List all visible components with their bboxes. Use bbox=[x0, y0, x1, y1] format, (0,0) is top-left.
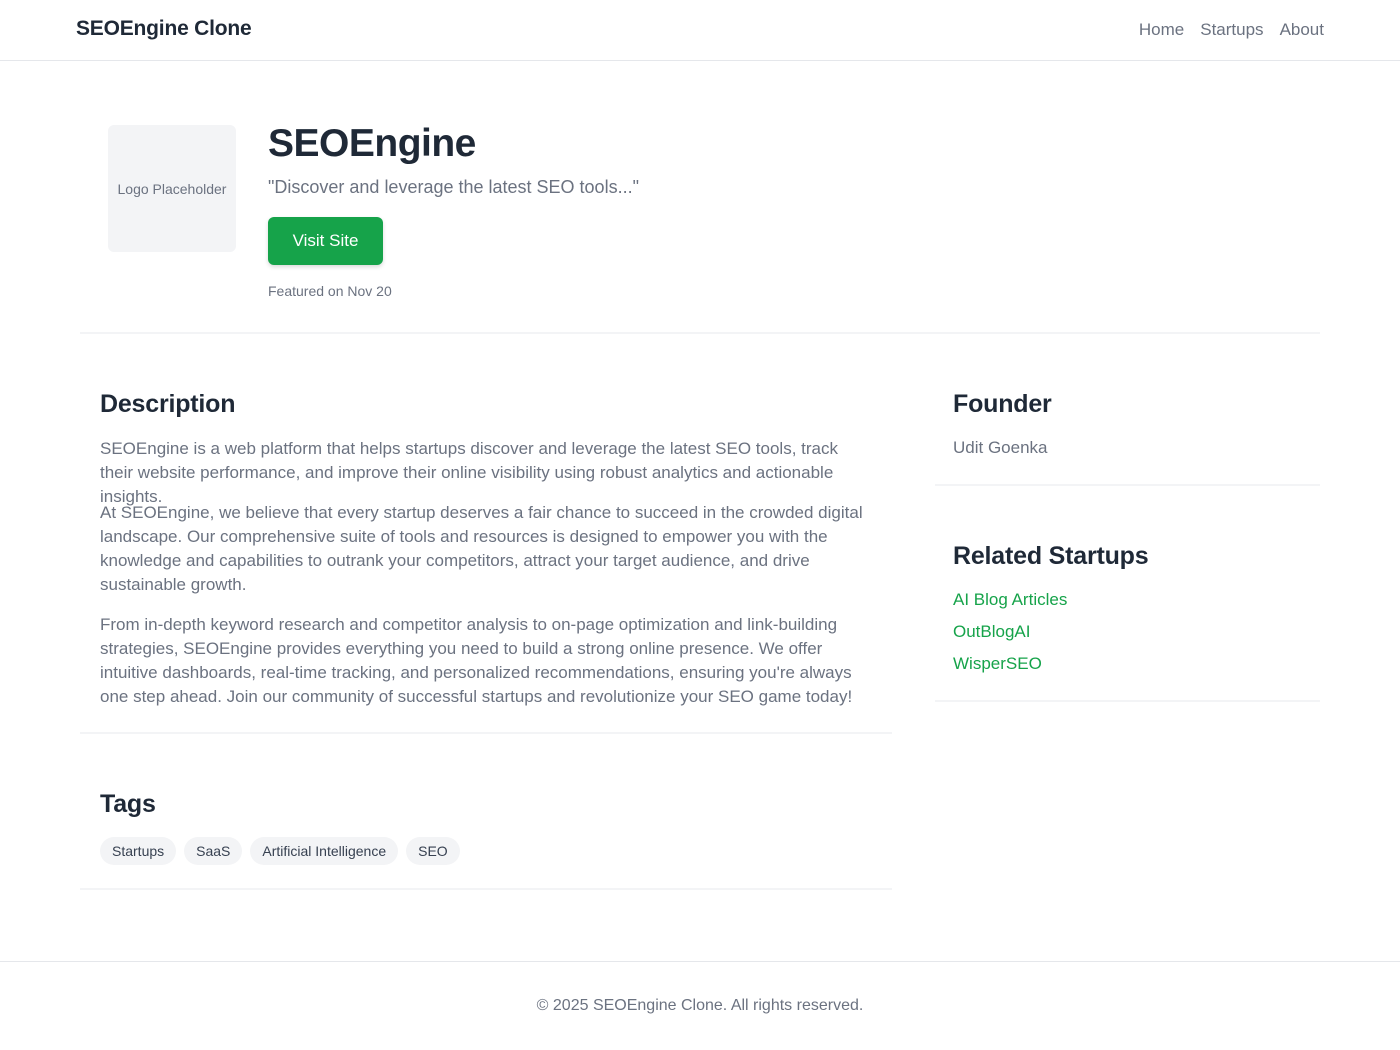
related-startup-link-outblogai[interactable]: OutBlogAI bbox=[953, 622, 1031, 642]
description-divider bbox=[80, 732, 892, 734]
startup-title: SEOEngine bbox=[268, 122, 476, 165]
nav-home-link[interactable]: Home bbox=[1139, 20, 1184, 40]
related-divider bbox=[935, 700, 1320, 702]
founder-name: Udit Goenka bbox=[953, 438, 1048, 457]
tags-heading: Tags bbox=[100, 790, 156, 818]
startup-logo-placeholder: Logo Placeholder bbox=[108, 125, 236, 252]
description-paragraph-3: From in-depth keyword research and compe… bbox=[100, 615, 853, 706]
main-nav: Home Startups About bbox=[1139, 20, 1324, 40]
hero-divider bbox=[80, 332, 1320, 334]
top-navbar: SEOEngine Clone Home Startups About bbox=[0, 0, 1400, 61]
description-heading: Description bbox=[100, 390, 236, 418]
nav-about-link[interactable]: About bbox=[1280, 20, 1324, 40]
featured-date: Featured on Nov 20 bbox=[268, 283, 392, 299]
brand-logo-link[interactable]: SEOEngine Clone bbox=[76, 17, 252, 41]
page-footer: © 2025 SEOEngine Clone. All rights reser… bbox=[0, 961, 1400, 1050]
visit-site-button[interactable]: Visit Site bbox=[268, 217, 383, 265]
footer-copyright: © 2025 SEOEngine Clone. All rights reser… bbox=[536, 997, 864, 1014]
tag-saas[interactable]: SaaS bbox=[184, 837, 243, 865]
related-startups-heading: Related Startups bbox=[953, 542, 1149, 570]
founder-heading: Founder bbox=[953, 390, 1052, 418]
startup-tagline: "Discover and leverage the latest SEO to… bbox=[268, 177, 639, 197]
tags-divider bbox=[80, 888, 892, 890]
tag-seo[interactable]: SEO bbox=[406, 837, 460, 865]
tag-startups[interactable]: Startups bbox=[100, 837, 177, 865]
nav-startups-link[interactable]: Startups bbox=[1200, 20, 1263, 40]
tags-list: Startups SaaS Artificial Intelligence SE… bbox=[100, 837, 460, 865]
description-paragraph-2: At SEOEngine, we believe that every star… bbox=[100, 503, 863, 594]
founder-divider bbox=[935, 484, 1320, 486]
description-paragraph-1: SEOEngine is a web platform that helps s… bbox=[100, 439, 838, 506]
tag-artificial-intelligence[interactable]: Artificial Intelligence bbox=[250, 837, 399, 865]
related-startup-link-wisperseo[interactable]: WisperSEO bbox=[953, 654, 1042, 674]
related-startup-link-ai-blog-articles[interactable]: AI Blog Articles bbox=[953, 590, 1067, 610]
